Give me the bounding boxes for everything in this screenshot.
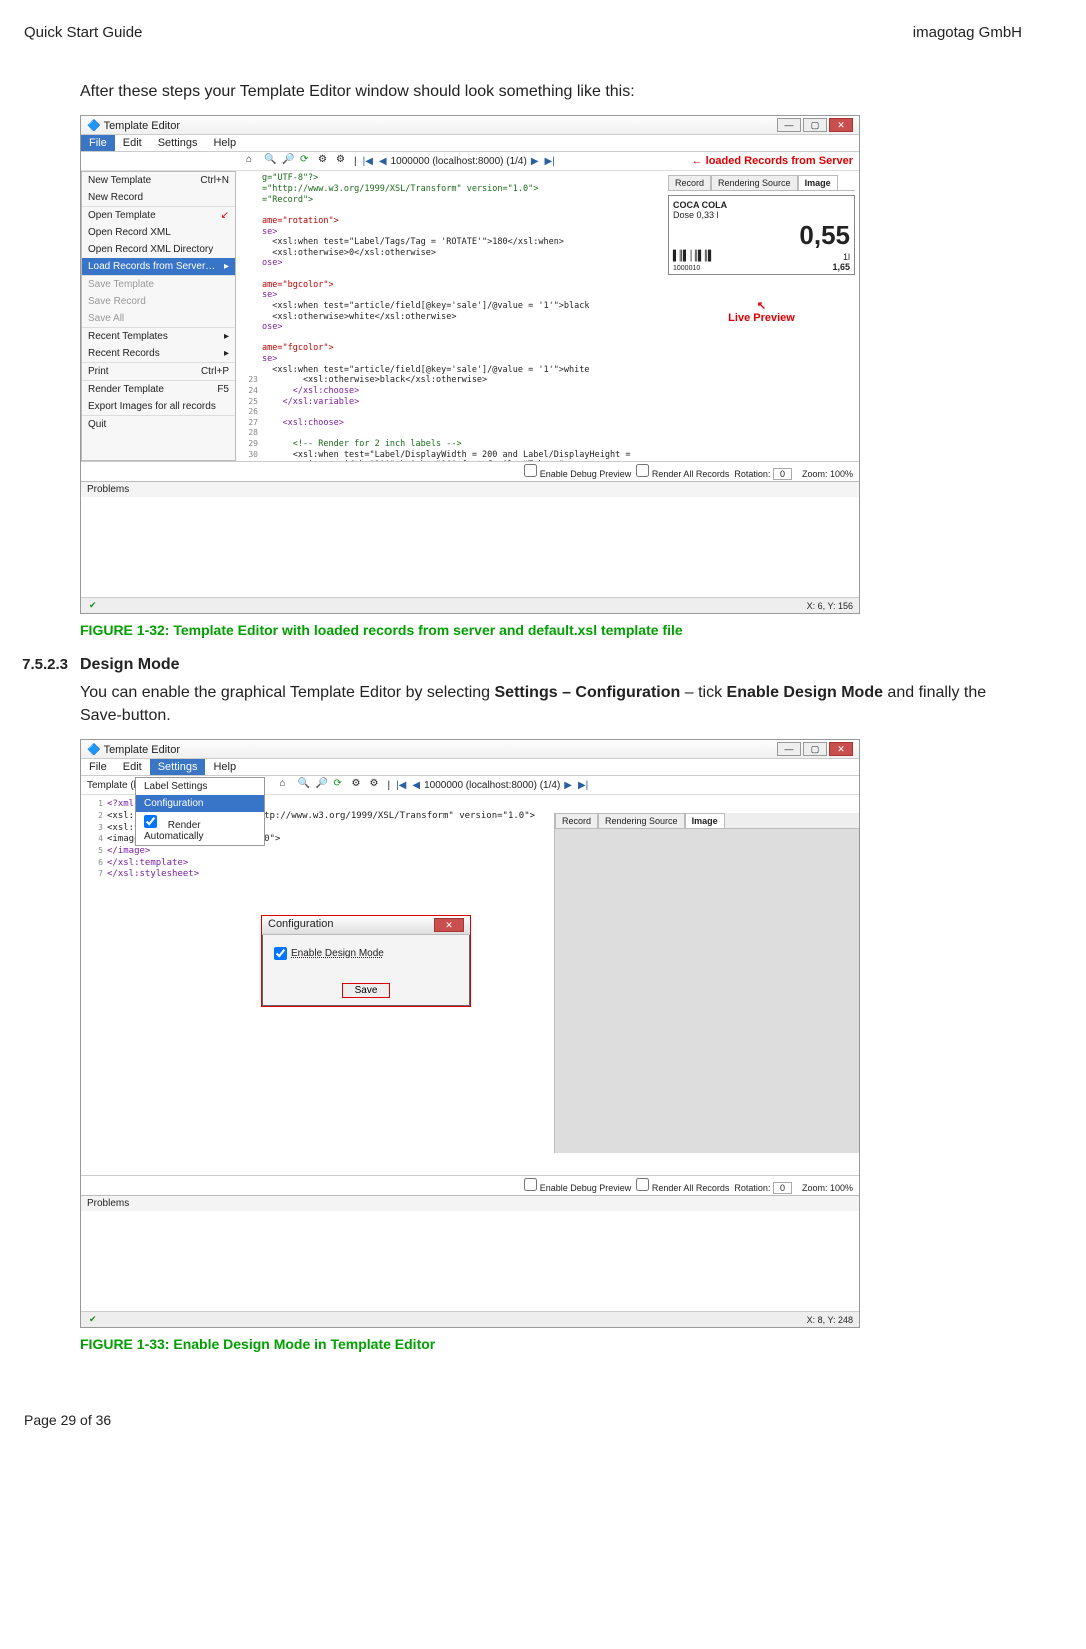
- menu-recent-records[interactable]: Recent Records▸: [82, 345, 235, 362]
- zoom-out-icon[interactable]: 🔎: [282, 154, 296, 168]
- status-ok-icon: ✔: [89, 1314, 97, 1325]
- menu-help[interactable]: Help: [205, 759, 244, 775]
- dialog-title: Configuration: [268, 918, 333, 932]
- tab-rendering[interactable]: Rendering Source: [598, 813, 685, 828]
- tab-image[interactable]: Image: [798, 175, 838, 190]
- close-icon[interactable]: ✕: [829, 118, 853, 132]
- refresh-icon[interactable]: ⟳: [333, 778, 347, 792]
- menu-new-template[interactable]: New TemplateCtrl+N: [82, 172, 235, 189]
- menu-load-records[interactable]: Load Records from Server…▸: [82, 258, 235, 275]
- nav-prev-icon[interactable]: ◀: [377, 156, 389, 167]
- status-ok-icon: ✔: [89, 600, 97, 611]
- gear-icon[interactable]: ⚙: [336, 154, 350, 168]
- menu-settings[interactable]: Settings: [150, 135, 206, 151]
- render-all-checkbox[interactable]: [636, 1178, 649, 1191]
- maximize-icon[interactable]: ▢: [803, 118, 827, 132]
- tab-record[interactable]: Record: [668, 175, 711, 190]
- nav-next-icon[interactable]: ▶: [529, 156, 541, 167]
- menu-new-record[interactable]: New Record: [82, 189, 235, 206]
- render-all-checkbox[interactable]: [636, 464, 649, 477]
- close-icon[interactable]: ✕: [829, 742, 853, 756]
- enable-design-mode-label[interactable]: Enable Design Mode: [274, 948, 384, 959]
- home-icon[interactable]: ⌂: [279, 778, 293, 792]
- menu-print[interactable]: PrintCtrl+P: [82, 363, 235, 380]
- cursor-position: X: 8, Y: 248: [807, 1315, 853, 1325]
- problems-panel[interactable]: Problems: [81, 1195, 859, 1211]
- window-title: Template Editor: [104, 744, 180, 756]
- minimize-icon[interactable]: —: [777, 118, 801, 132]
- figure-1-32-screenshot: 🔷 Template Editor — ▢ ✕ File Edit Settin…: [80, 115, 860, 614]
- menu-save-record: Save Record: [82, 293, 235, 310]
- settings-dropdown: Label Settings Configuration Render Auto…: [135, 777, 265, 846]
- minimize-icon[interactable]: —: [777, 742, 801, 756]
- menu-recent-templates[interactable]: Recent Templates▸: [82, 328, 235, 345]
- tab-rendering[interactable]: Rendering Source: [711, 175, 798, 190]
- gear-icon[interactable]: ⚙: [351, 778, 365, 792]
- label-preview: COCA COLA Dose 0,33 l 0,55 ▌║▌│║▌║▌10000…: [668, 195, 855, 275]
- zoom-out-icon[interactable]: 🔎: [315, 778, 329, 792]
- menu-edit[interactable]: Edit: [115, 135, 150, 151]
- nav-prev-icon[interactable]: ◀: [410, 780, 422, 791]
- section-paragraph: You can enable the graphical Template Ed…: [80, 682, 1026, 727]
- menu-open-template[interactable]: Open Template↙: [82, 207, 235, 224]
- rotation-value[interactable]: 0: [773, 1182, 792, 1194]
- menu-help[interactable]: Help: [205, 135, 244, 151]
- menu-open-record-dir[interactable]: Open Record XML Directory: [82, 241, 235, 258]
- configuration-dialog: Configuration ✕ Enable Design Mode Save: [261, 915, 471, 1007]
- menu-file[interactable]: File: [81, 759, 115, 775]
- rotation-value[interactable]: 0: [773, 468, 792, 480]
- nav-first-icon[interactable]: |◀: [394, 780, 408, 791]
- save-button[interactable]: Save: [342, 983, 391, 998]
- zoom-in-icon[interactable]: 🔍: [264, 154, 278, 168]
- menu-quit[interactable]: Quit: [82, 416, 235, 433]
- template-label: Template (lo: [87, 780, 141, 791]
- enable-design-mode-checkbox[interactable]: [274, 947, 287, 960]
- annotation-live-preview: ↖Live Preview: [668, 299, 855, 324]
- doc-header-right: imagotag GmbH: [913, 24, 1022, 41]
- record-indicator: 1000000 (localhost:8000) (1/4): [391, 156, 527, 167]
- figure-1-32-caption: FIGURE 1-32: Template Editor with loaded…: [80, 622, 1026, 638]
- section-title: Design Mode: [80, 656, 180, 674]
- menu-save-template: Save Template: [82, 276, 235, 293]
- zoom-in-icon[interactable]: 🔍: [297, 778, 311, 792]
- section-number: 7.5.2.3: [20, 656, 68, 674]
- menu-edit[interactable]: Edit: [115, 759, 150, 775]
- menu-save-all: Save All: [82, 310, 235, 327]
- tab-image[interactable]: Image: [685, 813, 725, 828]
- gear-icon[interactable]: ⚙: [318, 154, 332, 168]
- refresh-icon[interactable]: ⟳: [300, 154, 314, 168]
- cursor-position: X: 6, Y: 156: [807, 601, 853, 611]
- menu-render-auto[interactable]: Render Automatically: [136, 812, 264, 845]
- figure-1-33-screenshot: 🔷 Template Editor — ▢ ✕ File Edit Settin…: [80, 739, 860, 1328]
- enable-debug-checkbox[interactable]: [524, 1178, 537, 1191]
- menu-settings[interactable]: Settings: [150, 759, 206, 775]
- menu-open-record-xml[interactable]: Open Record XML: [82, 224, 235, 241]
- doc-header-left: Quick Start Guide: [24, 24, 142, 41]
- intro-text: After these steps your Template Editor w…: [80, 81, 1026, 103]
- nav-next-icon[interactable]: ▶: [562, 780, 574, 791]
- menu-configuration[interactable]: Configuration: [136, 795, 264, 812]
- file-menu-dropdown: New TemplateCtrl+N New Record Open Templ…: [81, 171, 236, 461]
- menu-export-images[interactable]: Export Images for all records: [82, 398, 235, 415]
- figure-1-33-caption: FIGURE 1-33: Enable Design Mode in Templ…: [80, 1336, 1026, 1352]
- maximize-icon[interactable]: ▢: [803, 742, 827, 756]
- record-indicator: 1000000 (localhost:8000) (1/4): [424, 780, 560, 791]
- menu-render-template[interactable]: Render TemplateF5: [82, 381, 235, 398]
- enable-debug-checkbox[interactable]: [524, 464, 537, 477]
- nav-last-icon[interactable]: ▶|: [576, 780, 590, 791]
- gear-icon[interactable]: ⚙: [369, 778, 383, 792]
- home-icon[interactable]: ⌂: [246, 154, 260, 168]
- annotation-loaded-records: ← loaded Records from Server: [692, 155, 853, 167]
- nav-last-icon[interactable]: ▶|: [543, 156, 557, 167]
- menu-file[interactable]: File: [81, 135, 115, 151]
- tab-record[interactable]: Record: [555, 813, 598, 828]
- code-editor[interactable]: g="UTF-8"?> ="http://www.w3.org/1999/XSL…: [236, 171, 664, 461]
- page-footer: Page 29 of 36: [20, 1412, 1026, 1428]
- dialog-close-icon[interactable]: ✕: [434, 918, 464, 932]
- problems-panel[interactable]: Problems: [81, 481, 859, 497]
- window-title: Template Editor: [104, 120, 180, 132]
- nav-first-icon[interactable]: |◀: [361, 156, 375, 167]
- render-auto-checkbox[interactable]: [144, 815, 157, 828]
- menu-label-settings[interactable]: Label Settings: [136, 778, 264, 795]
